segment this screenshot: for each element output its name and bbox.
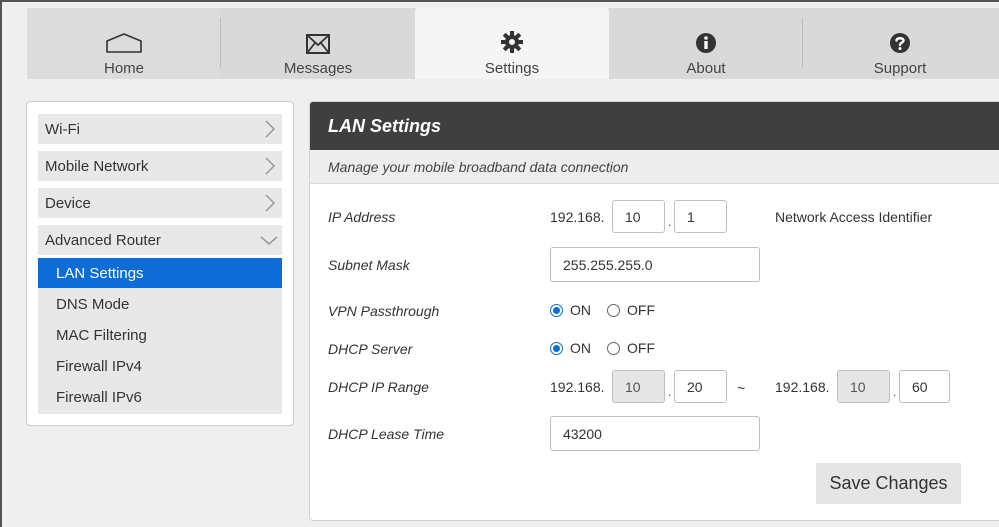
sidebar-item-lan-settings[interactable]: LAN Settings bbox=[38, 258, 282, 288]
ip-octet3-input[interactable]: 10 bbox=[612, 200, 665, 233]
info-icon bbox=[695, 20, 717, 54]
tab-settings-label: Settings bbox=[484, 60, 540, 77]
envelope-icon bbox=[306, 20, 330, 54]
dhcp-start-octet4-input[interactable]: 20 bbox=[674, 370, 727, 403]
window-frame: Home Messages Settings About Support Wi-… bbox=[0, 0, 999, 527]
dhcp-range-start-prefix: 192.168. bbox=[550, 379, 605, 395]
tab-messages-label: Messages bbox=[283, 60, 353, 77]
ip-address-label: IP Address bbox=[328, 209, 396, 225]
sidebar-item-wifi[interactable]: Wi-Fi bbox=[38, 114, 282, 144]
vpn-off-radio[interactable] bbox=[607, 303, 620, 317]
dhcp-off-radio[interactable] bbox=[607, 341, 620, 355]
sidebar: Wi-Fi Mobile Network Device Advanced Rou… bbox=[26, 101, 294, 426]
dhcp-server-label: DHCP Server bbox=[328, 341, 413, 357]
sidebar-item-firewall-ipv4[interactable]: Firewall IPv4 bbox=[38, 351, 282, 381]
dot-separator: . bbox=[668, 215, 672, 229]
chevron-right-icon bbox=[264, 156, 276, 180]
vpn-on-label: ON bbox=[570, 302, 591, 318]
dhcp-off-label: OFF bbox=[627, 340, 655, 356]
chevron-down-icon bbox=[260, 234, 278, 251]
vpn-on-radio[interactable] bbox=[550, 303, 563, 317]
home-icon bbox=[105, 20, 143, 54]
dhcp-start-octet3-input: 10 bbox=[612, 370, 665, 403]
dhcp-range-end-prefix: 192.168. bbox=[775, 379, 830, 395]
dot-separator: . bbox=[668, 385, 672, 399]
tab-home-label: Home bbox=[103, 60, 144, 77]
lan-settings-panel: LAN Settings Manage your mobile broadban… bbox=[309, 101, 999, 521]
range-separator: ~ bbox=[737, 380, 746, 396]
dhcp-on-radio[interactable] bbox=[550, 341, 563, 355]
tab-about-label: About bbox=[686, 60, 726, 77]
vpn-passthrough-label: VPN Passthrough bbox=[328, 303, 440, 319]
gear-icon bbox=[500, 20, 524, 54]
dhcp-end-octet3-input: 10 bbox=[837, 370, 890, 403]
tab-support[interactable]: Support bbox=[803, 8, 997, 79]
question-icon bbox=[889, 20, 911, 54]
subnet-mask-input[interactable]: 255.255.255.0 bbox=[550, 247, 760, 282]
dhcp-server-radio-group: ON OFF bbox=[550, 340, 655, 356]
sidebar-item-mobile-network[interactable]: Mobile Network bbox=[38, 151, 282, 181]
sidebar-item-device[interactable]: Device bbox=[38, 188, 282, 218]
ip-octet4-input[interactable]: 1 bbox=[674, 200, 727, 233]
network-access-identifier: Network Access Identifier bbox=[775, 209, 933, 225]
top-navigation: Home Messages Settings About Support bbox=[27, 8, 999, 79]
page-subtitle: Manage your mobile broadband data connec… bbox=[310, 150, 999, 184]
tab-about[interactable]: About bbox=[609, 8, 803, 79]
chevron-right-icon bbox=[264, 119, 276, 143]
page-title: LAN Settings bbox=[310, 102, 999, 150]
sidebar-item-label: Firewall IPv4 bbox=[56, 357, 142, 375]
dhcp-lease-time-input[interactable]: 43200 bbox=[550, 416, 760, 451]
sidebar-item-label: Advanced Router bbox=[45, 231, 161, 249]
sidebar-item-advanced-router[interactable]: Advanced Router bbox=[38, 225, 282, 255]
dhcp-on-label: ON bbox=[570, 340, 591, 356]
advanced-router-submenu: LAN Settings DNS Mode MAC Filtering Fire… bbox=[38, 258, 282, 414]
tab-messages[interactable]: Messages bbox=[221, 8, 415, 79]
sidebar-item-dns-mode[interactable]: DNS Mode bbox=[38, 289, 282, 319]
tab-settings[interactable]: Settings bbox=[415, 8, 609, 79]
vpn-off-label: OFF bbox=[627, 302, 655, 318]
sidebar-item-label: Mobile Network bbox=[45, 157, 149, 175]
subnet-mask-label: Subnet Mask bbox=[328, 257, 410, 273]
sidebar-item-label: LAN Settings bbox=[56, 264, 144, 282]
sidebar-item-label: Device bbox=[45, 194, 91, 212]
tab-support-label: Support bbox=[873, 60, 927, 77]
dhcp-ip-range-label: DHCP IP Range bbox=[328, 379, 429, 395]
dhcp-end-octet4-input[interactable]: 60 bbox=[899, 370, 950, 403]
save-changes-button[interactable]: Save Changes bbox=[816, 463, 961, 504]
sidebar-item-label: Wi-Fi bbox=[45, 120, 80, 138]
sidebar-item-firewall-ipv6[interactable]: Firewall IPv6 bbox=[38, 382, 282, 412]
chevron-right-icon bbox=[264, 193, 276, 217]
tab-home[interactable]: Home bbox=[27, 8, 221, 79]
sidebar-item-label: MAC Filtering bbox=[56, 326, 147, 344]
sidebar-item-mac-filtering[interactable]: MAC Filtering bbox=[38, 320, 282, 350]
vpn-passthrough-radio-group: ON OFF bbox=[550, 302, 655, 318]
sidebar-item-label: Firewall IPv6 bbox=[56, 388, 142, 406]
sidebar-item-label: DNS Mode bbox=[56, 295, 130, 313]
dhcp-lease-time-label: DHCP Lease Time bbox=[328, 426, 445, 442]
ip-address-prefix: 192.168. bbox=[550, 209, 605, 225]
dot-separator: . bbox=[893, 385, 897, 399]
